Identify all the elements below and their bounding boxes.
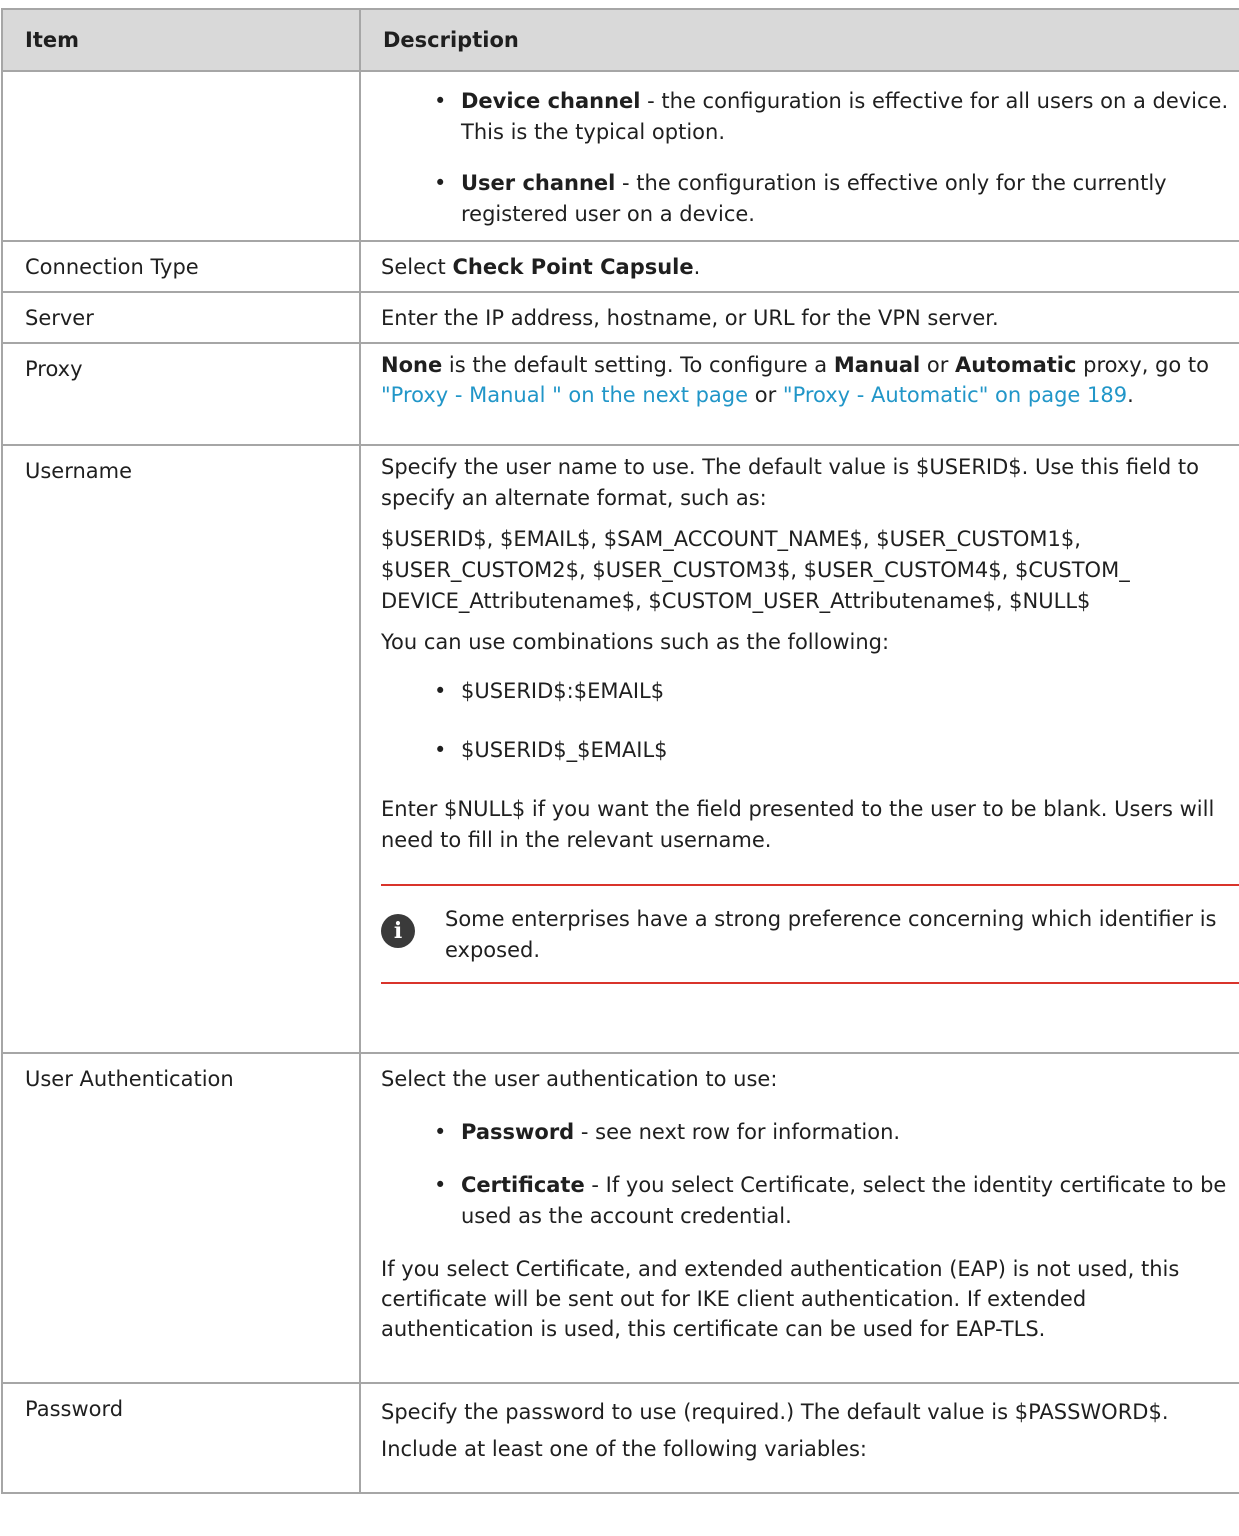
bullet-bold: User channel [461,171,616,195]
table-row-username: Username Specify the user name to use. T… [1,444,1239,1054]
bullet-bold: Password [461,1120,575,1144]
item-cell: Username [1,444,361,1054]
paragraph: You can use combinations such as the fol… [381,630,890,654]
bold-term: Automatic [955,353,1077,377]
table-row-user-authentication: User Authentication Select the user auth… [1,1052,1239,1384]
list-item: $USERID$:$EMAIL$ [381,676,1229,707]
text: . [693,255,701,279]
note-text: Some enterprises have a strong preferenc… [445,907,1217,962]
paragraph: If you select Certificate, and extended … [381,1257,1180,1341]
paragraph: Specify the user name to use. The defaul… [381,455,1199,510]
table-row-proxy: Proxy None is the default setting. To co… [1,342,1239,446]
bullet-text: - see next row for information. [574,1120,901,1144]
description-cell: Specify the user name to use. The defaul… [359,444,1239,1054]
description-cell: None is the default setting. To configur… [359,342,1239,446]
proxy-manual-link[interactable]: "Proxy - Manual " on the next page [381,383,748,407]
table-row-channel: Device channel - the configuration is ef… [1,71,1239,242]
paragraph: $USERID$, $EMAIL$, $SAM_ACCOUNT_NAME$, $… [381,527,1130,613]
text: is the default setting. To configure a [442,353,834,377]
table-row-server: Server Enter the IP address, hostname, o… [1,291,1239,344]
bold-term: None [381,353,443,377]
item-cell-empty [1,71,361,242]
text: or [920,353,956,377]
description-cell: Specify the password to use (required.) … [359,1382,1239,1494]
item-cell: Connection Type [1,240,361,293]
item-cell: Proxy [1,342,361,446]
paragraph: Specify the password to use (required.) … [381,1400,1169,1461]
item-cell: Password [1,1382,361,1494]
channel-list: Device channel - the configuration is ef… [381,86,1229,230]
description-cell: Select the user authentication to use: P… [359,1052,1239,1384]
bullet-bold: Device channel [461,89,641,113]
item-cell: Server [1,291,361,344]
list-item: Password - see next row for information. [381,1117,1229,1148]
paragraph: Select the user authentication to use: [381,1067,778,1091]
text: proxy, go to [1076,353,1209,377]
table-row-password: Password Specify the password to use (re… [1,1382,1239,1494]
bold-term: Manual [833,353,921,377]
description-cell: Select Check Point Capsule. [359,240,1239,293]
bold-term: Check Point Capsule [452,255,694,279]
paragraph: Enter $NULL$ if you want the field prese… [381,797,1215,852]
description-cell: Enter the IP address, hostname, or URL f… [359,291,1239,344]
info-icon: i [381,914,415,948]
auth-list: Password - see next row for information.… [381,1117,1229,1232]
text: Select [381,255,453,279]
list-item: Device channel - the configuration is ef… [381,86,1229,148]
header-item: Item [1,8,361,72]
list-item: User channel - the configuration is effe… [381,168,1229,230]
item-cell: User Authentication [1,1052,361,1384]
table-row-connection-type: Connection Type Select Check Point Capsu… [1,240,1239,293]
description-cell: Device channel - the configuration is ef… [359,71,1239,242]
list-item: $USERID$_$EMAIL$ [381,735,1229,766]
text: . [1127,383,1134,407]
bullet-bold: Certificate [461,1173,585,1197]
header-description: Description [359,8,1239,72]
table-header-row: Item Description [1,8,1239,72]
note-box: i Some enterprises have a strong prefere… [381,884,1239,984]
settings-table: Item Description Device channel - the co… [1,8,1239,1494]
proxy-automatic-link[interactable]: "Proxy - Automatic" on page 189 [783,383,1127,407]
combo-list: $USERID$:$EMAIL$ $USERID$_$EMAIL$ [381,676,1229,766]
list-item: Certificate - If you select Certificate,… [381,1170,1229,1232]
text: or [748,383,783,407]
